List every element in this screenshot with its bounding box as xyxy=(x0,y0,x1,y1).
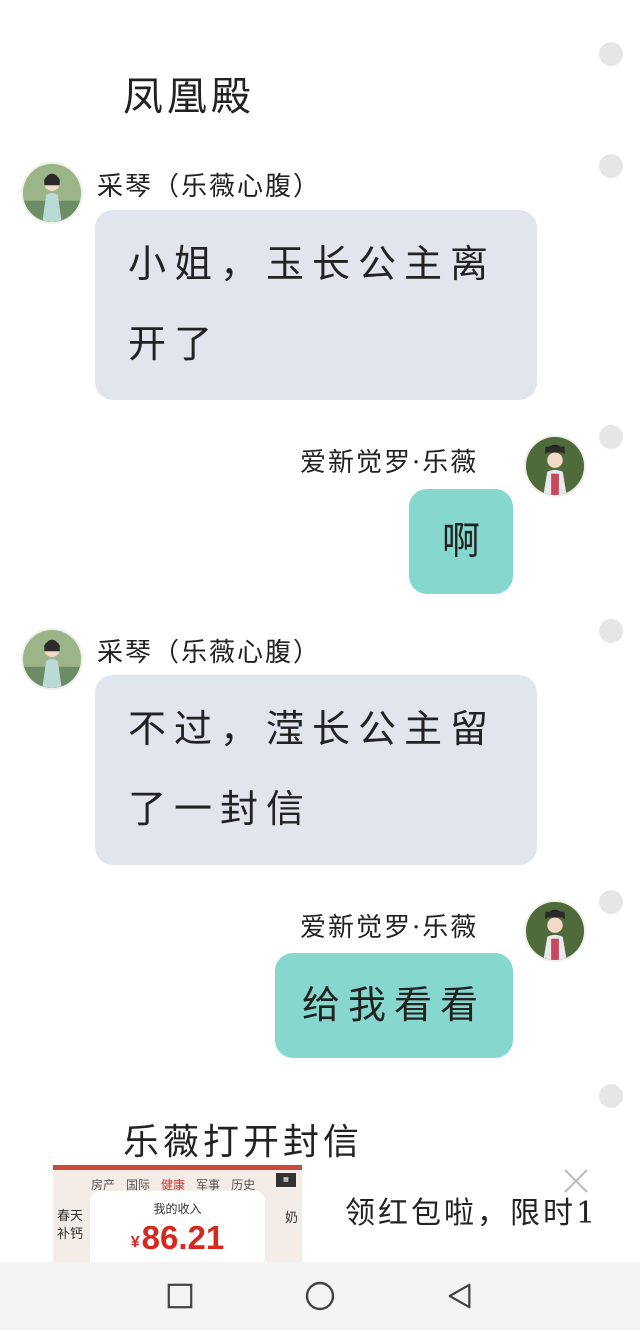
income-label: 我的收入 xyxy=(153,1202,202,1216)
scroll-dot xyxy=(599,154,623,178)
speaker-name: 爱新觉罗·乐薇 xyxy=(300,913,479,943)
ad-thumbnail[interactable]: 房产 国际 健康 军事 历史 ▦ 春天补钙 奶 我的收入 ¥86.21 xyxy=(53,1165,302,1265)
income-amount: ¥86.21 xyxy=(90,1219,265,1257)
scroll-dot xyxy=(599,1084,623,1108)
ad-text[interactable]: 领红包啦，限时1 xyxy=(345,1188,625,1232)
speaker-name: 爱新觉罗·乐薇 xyxy=(300,448,479,478)
avatar-caiqin[interactable] xyxy=(21,162,83,224)
ad-side-text: 春天补钙 xyxy=(57,1208,84,1241)
portrait-icon xyxy=(23,630,81,688)
scroll-dot xyxy=(599,890,623,914)
message-text: 了一封信 xyxy=(128,787,313,831)
ad-tabs: 房产 国际 健康 军事 历史 xyxy=(53,1170,302,1193)
scroll-dot xyxy=(599,425,623,449)
ad-badge-icon: ▦ xyxy=(276,1173,296,1187)
portrait-icon xyxy=(526,437,584,495)
avatar-lewei[interactable] xyxy=(524,900,586,962)
message-text: 不过，滢长公主留 xyxy=(128,707,497,751)
message-text: 小姐，玉长公主离 xyxy=(128,242,497,286)
ad-side-text: 奶 xyxy=(284,1210,298,1225)
system-nav-bar xyxy=(0,1262,640,1330)
avatar-lewei[interactable] xyxy=(524,435,586,497)
speaker-name: 采琴（乐薇心腹） xyxy=(97,172,322,202)
message-text: 开了 xyxy=(128,322,221,366)
square-recent-apps-icon[interactable] xyxy=(165,1281,195,1311)
message-bubble[interactable]: 小姐，玉长公主离 开了 xyxy=(95,210,537,400)
portrait-icon xyxy=(526,902,584,960)
income-card: 我的收入 ¥86.21 xyxy=(90,1191,265,1265)
message-bubble[interactable]: 啊 xyxy=(409,489,513,594)
message-bubble[interactable]: 给我看看 xyxy=(275,953,513,1058)
speaker-name: 采琴（乐薇心腹） xyxy=(97,638,322,668)
portrait-icon xyxy=(23,164,81,222)
scene-title: 凤凰殿 xyxy=(123,74,255,120)
message-bubble[interactable]: 不过，滢长公主留 了一封信 xyxy=(95,675,537,865)
amount-value: 86.21 xyxy=(141,1219,225,1256)
currency-symbol: ¥ xyxy=(130,1234,140,1251)
message-text: 给我看看 xyxy=(301,983,486,1027)
close-icon[interactable] xyxy=(563,1168,589,1194)
scroll-dot xyxy=(599,619,623,643)
avatar-caiqin[interactable] xyxy=(21,628,83,690)
narration-text: 乐薇打开封信 xyxy=(123,1122,364,1163)
message-text: 啊 xyxy=(441,519,480,563)
circle-home-icon[interactable] xyxy=(305,1281,335,1311)
triangle-back-icon[interactable] xyxy=(445,1281,475,1311)
scroll-dot xyxy=(599,42,623,66)
